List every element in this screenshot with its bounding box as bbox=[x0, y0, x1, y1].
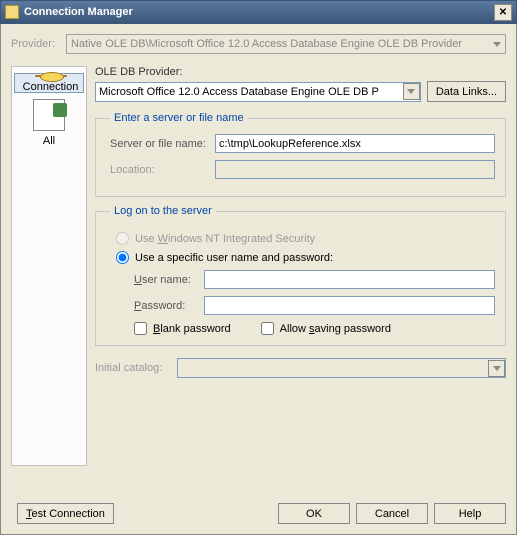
ole-row: Microsoft Office 12.0 Access Database En… bbox=[95, 81, 506, 102]
provider-select: Native OLE DB\Microsoft Office 12.0 Acce… bbox=[66, 34, 506, 54]
provider-row: Provider: Native OLE DB\Microsoft Office… bbox=[11, 34, 506, 54]
dialog-body: Provider: Native OLE DB\Microsoft Office… bbox=[0, 24, 517, 535]
chevron-down-icon bbox=[493, 42, 501, 47]
ole-header: OLE DB Provider: bbox=[95, 66, 506, 78]
data-links-button[interactable]: Data Links... bbox=[427, 81, 506, 102]
username-label: User name: bbox=[134, 274, 204, 286]
password-input[interactable] bbox=[204, 296, 495, 315]
server-file-input[interactable] bbox=[215, 134, 495, 153]
panel: OLE DB Provider: Microsoft Office 12.0 A… bbox=[95, 66, 506, 466]
blank-password-label: Blank password bbox=[153, 323, 231, 335]
sidebar-item-label: All bbox=[43, 135, 55, 147]
sidebar: Connection All bbox=[11, 66, 87, 466]
catalog-label: Initial catalog: bbox=[95, 362, 177, 374]
provider-label: Provider: bbox=[11, 38, 66, 50]
chevron-down-icon[interactable] bbox=[403, 83, 420, 100]
catalog-select bbox=[177, 358, 506, 378]
allow-saving-label: Allow saving password bbox=[280, 323, 391, 335]
test-connection-button[interactable]: Test Connection bbox=[17, 503, 114, 524]
sidebar-item-label: Connection bbox=[23, 81, 79, 93]
blank-password-checkbox[interactable] bbox=[134, 322, 147, 335]
app-icon bbox=[5, 5, 19, 19]
help-button[interactable]: Help bbox=[434, 503, 506, 524]
radio-integrated-label: Use Windows NT Integrated Security bbox=[135, 233, 315, 245]
radio-integrated-row: Use Windows NT Integrated Security bbox=[116, 232, 495, 245]
allow-saving-checkbox[interactable] bbox=[261, 322, 274, 335]
username-input[interactable] bbox=[204, 270, 495, 289]
title-bar: Connection Manager ✕ bbox=[0, 0, 517, 24]
logon-fieldset: Log on to the server Use Windows NT Inte… bbox=[95, 205, 506, 346]
radio-specific-label: Use a specific user name and password: bbox=[135, 252, 333, 264]
connection-icon bbox=[35, 75, 67, 77]
cancel-button[interactable]: Cancel bbox=[356, 503, 428, 524]
window-title: Connection Manager bbox=[24, 6, 494, 18]
radio-specific[interactable] bbox=[116, 251, 129, 264]
radio-integrated bbox=[116, 232, 129, 245]
logon-legend: Log on to the server bbox=[110, 205, 216, 217]
password-label: Password: bbox=[134, 300, 204, 312]
server-fieldset: Enter a server or file name Server or fi… bbox=[95, 112, 506, 197]
ole-provider-select[interactable]: Microsoft Office 12.0 Access Database En… bbox=[95, 82, 421, 102]
chevron-down-icon bbox=[488, 360, 505, 377]
server-legend: Enter a server or file name bbox=[110, 112, 248, 124]
provider-value: Native OLE DB\Microsoft Office 12.0 Acce… bbox=[71, 38, 462, 50]
password-row: Password: bbox=[134, 296, 495, 315]
ok-button[interactable]: OK bbox=[278, 503, 350, 524]
radio-specific-row: Use a specific user name and password: bbox=[116, 251, 495, 264]
all-icon bbox=[33, 99, 65, 131]
catalog-row: Initial catalog: bbox=[95, 358, 506, 378]
location-label: Location: bbox=[110, 164, 215, 176]
sidebar-item-all[interactable]: All bbox=[14, 93, 84, 157]
location-input bbox=[215, 160, 495, 179]
username-row: User name: bbox=[134, 270, 495, 289]
close-button[interactable]: ✕ bbox=[494, 4, 512, 21]
footer: Test Connection OK Cancel Help bbox=[11, 503, 506, 524]
ole-provider-value: Microsoft Office 12.0 Access Database En… bbox=[99, 86, 379, 98]
main-area: Connection All OLE DB Provider: Microsof… bbox=[11, 66, 506, 466]
checkbox-row: Blank password Allow saving password bbox=[134, 322, 495, 335]
sidebar-item-connection[interactable]: Connection bbox=[14, 73, 84, 93]
server-file-label: Server or file name: bbox=[110, 138, 215, 150]
